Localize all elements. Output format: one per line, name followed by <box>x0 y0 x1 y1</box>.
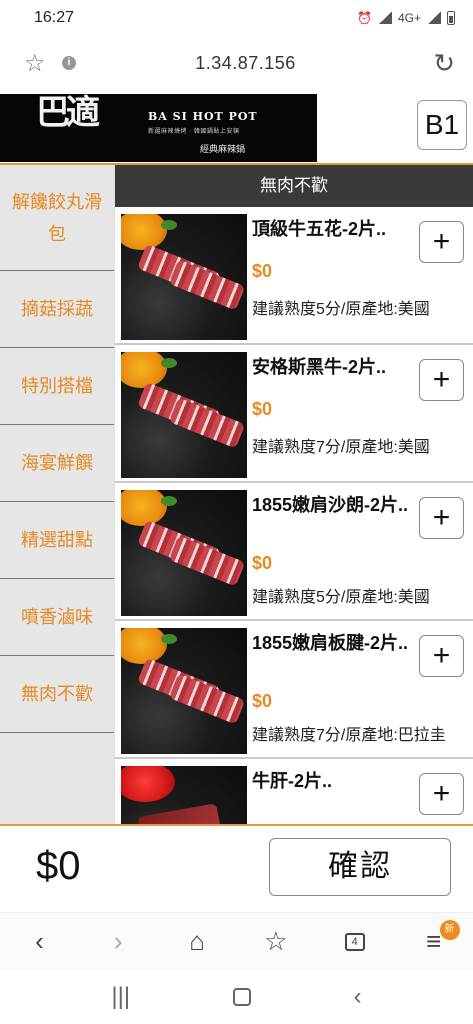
logo-subtitle: 經典麻辣鍋 <box>200 144 246 154</box>
sidebar-item-label: 特別搭檔 <box>21 376 93 396</box>
home-icon[interactable]: ⌂ <box>175 920 219 964</box>
menu-item: 1855嫩肩沙朗-2片.. $0 建議熟度5分/原產地:美國 + <box>115 483 473 621</box>
menu-item: 安格斯黑牛-2片.. $0 建議熟度7分/原產地:美國 + <box>115 345 473 483</box>
add-to-cart-button[interactable]: + <box>419 221 464 263</box>
restaurant-header: 巴適 BA SI HOT POT 新疆麻辣燒烤 · 韓國鍋貼上安頓 經典麻辣鍋 … <box>0 92 473 164</box>
menu-icon[interactable]: ≡ 新 <box>412 919 460 964</box>
add-to-cart-button[interactable]: + <box>419 497 464 539</box>
order-total: $0 <box>36 844 81 888</box>
menu-item: 1855嫩肩板腱-2片.. $0 建議熟度7分/原產地:巴拉圭 + <box>115 621 473 759</box>
sidebar-item-specials[interactable]: 特別搭檔 <box>0 348 114 425</box>
sidebar-item-label: 無肉不歡 <box>21 684 93 704</box>
bookmarks-icon[interactable]: ☆ <box>254 920 298 964</box>
system-nav-bar: ||| ‹ <box>0 970 473 1024</box>
sidebar-item-braised[interactable]: 噴香滷味 <box>0 579 114 656</box>
dish-name: 1855嫩肩沙朗-2片.. <box>252 495 409 515</box>
back-arrow-icon[interactable]: ‹ <box>17 920 61 964</box>
dish-photo[interactable] <box>121 766 247 825</box>
dish-description: 建議熟度5分/原產地:美國 <box>252 301 430 318</box>
logo-brand: BA SI HOT POT <box>148 110 258 123</box>
signal-icon <box>377 12 392 24</box>
add-to-cart-button[interactable]: + <box>419 773 464 815</box>
menu-item: 頂級牛五花-2片.. $0 建議熟度5分/原產地:美國 + <box>115 207 473 345</box>
dish-price: $0 <box>252 553 273 573</box>
status-bar: 16:27 ⏰ 4G+ <box>0 0 473 36</box>
sidebar-item-label: 精選甜點 <box>21 530 93 550</box>
system-home-icon[interactable] <box>232 988 251 1006</box>
dish-photo[interactable] <box>121 352 247 478</box>
tabs-icon[interactable]: 4 <box>333 920 377 964</box>
sidebar-item-meat[interactable]: 無肉不歡 <box>0 656 114 733</box>
network-type: 4G+ <box>397 11 421 25</box>
dish-description: 建議熟度7分/原產地:美國 <box>252 439 430 456</box>
add-to-cart-button[interactable]: + <box>419 359 464 401</box>
order-footer: $0 確認 <box>0 826 473 912</box>
reload-icon[interactable]: ↻ <box>425 48 455 79</box>
dish-price: $0 <box>252 399 273 419</box>
browser-nav-bar: ‹ › ⌂ ☆ 4 ≡ 新 <box>0 912 473 970</box>
url-text[interactable]: 1.34.87.156 <box>66 53 425 74</box>
sidebar-item-label: 摘菇採蔬 <box>21 299 93 319</box>
logo-calligraphy: 巴適 <box>36 93 100 133</box>
forward-arrow-icon[interactable]: › <box>96 920 140 964</box>
table-number-button[interactable]: B1 <box>417 100 467 150</box>
category-sidebar: 解饞餃丸滑包 摘菇採蔬 特別搭檔 海宴鮮饌 精選甜點 噴香滷味 無肉不歡 <box>0 165 114 825</box>
address-bar: ☆ i 1.34.87.156 ↻ <box>0 36 473 90</box>
sidebar-item-dumplings[interactable]: 解饞餃丸滑包 <box>0 165 114 271</box>
status-time: 16:27 <box>34 9 75 26</box>
battery-icon <box>447 11 455 25</box>
dish-photo[interactable] <box>121 490 247 616</box>
sidebar-item-vegetables[interactable]: 摘菇採蔬 <box>0 271 114 348</box>
dish-price: $0 <box>252 261 273 281</box>
dish-photo[interactable] <box>121 214 247 340</box>
dish-name: 牛肝-2片.. <box>252 771 333 791</box>
sidebar-item-seafood[interactable]: 海宴鮮饌 <box>0 425 114 502</box>
add-to-cart-button[interactable]: + <box>419 635 464 677</box>
dish-photo[interactable] <box>121 628 247 754</box>
dish-description: 建議熟度7分/原產地:巴拉圭 <box>252 727 446 744</box>
sidebar-item-label: 海宴鮮饌 <box>21 453 93 473</box>
menu-content: 無肉不歡 頂級牛五花-2片.. $0 建議熟度5分/原產地:美國 + 安格斯黑牛… <box>114 165 473 825</box>
sidebar-item-desserts[interactable]: 精選甜點 <box>0 502 114 579</box>
confirm-button[interactable]: 確認 <box>269 838 451 896</box>
system-back-icon[interactable]: ‹ <box>354 983 362 1011</box>
bookmark-star-icon[interactable]: ☆ <box>24 49 54 78</box>
new-badge: 新 <box>439 919 460 940</box>
recent-apps-icon[interactable]: ||| <box>111 983 130 1011</box>
section-title: 無肉不歡 <box>115 165 473 207</box>
restaurant-logo: 巴適 BA SI HOT POT 新疆麻辣燒烤 · 韓國鍋貼上安頓 經典麻辣鍋 <box>0 94 317 162</box>
logo-tagline: 新疆麻辣燒烤 · 韓國鍋貼上安頓 <box>148 129 240 135</box>
dish-price: $0 <box>252 691 273 711</box>
dish-name: 頂級牛五花-2片.. <box>252 219 387 239</box>
sidebar-item-label: 噴香滷味 <box>21 607 93 627</box>
menu-item: 牛肝-2片.. + <box>115 759 473 825</box>
status-icons: ⏰ 4G+ <box>357 11 455 25</box>
dish-name: 安格斯黑牛-2片.. <box>252 357 387 377</box>
signal-strength-icon <box>427 12 441 24</box>
sidebar-item-label: 解饞餃丸滑包 <box>12 191 102 244</box>
alarm-icon: ⏰ <box>357 11 372 25</box>
dish-name: 1855嫩肩板腱-2片.. <box>252 633 409 653</box>
tabs-count: 4 <box>344 932 365 951</box>
dish-description: 建議熟度5分/原產地:美國 <box>252 589 430 606</box>
